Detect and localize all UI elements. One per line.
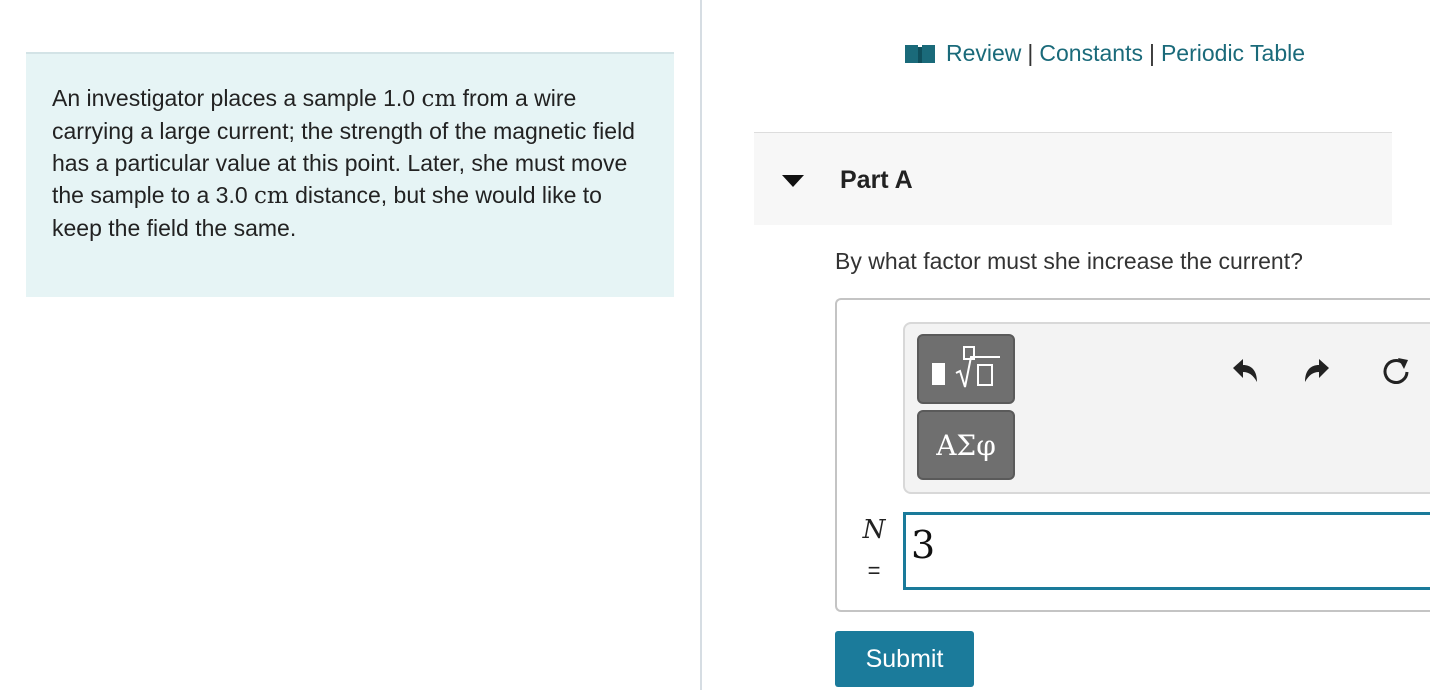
part-a-header[interactable]: Part A — [754, 132, 1392, 225]
separator: | — [1027, 40, 1034, 66]
answer-variable: N — [862, 515, 886, 545]
problem-pane: An investigator places a sample 1.0 cm f… — [0, 0, 700, 690]
constants-link[interactable]: Constants — [1039, 40, 1143, 67]
greek-symbols-button[interactable]: ΑΣφ — [917, 410, 1015, 480]
periodic-table-link[interactable]: Periodic Table — [1161, 40, 1305, 67]
radical-template-icon — [932, 346, 1000, 388]
math-toolbar: ΑΣφ — [903, 322, 1430, 494]
question-pane: Review | Constants | Periodic Table Part… — [702, 0, 1430, 690]
answer-input[interactable]: 3 — [903, 512, 1430, 590]
collapse-caret-icon[interactable] — [782, 175, 804, 187]
part-title: Part A — [840, 166, 913, 194]
unit-cm-2: cm — [254, 183, 289, 209]
undo-icon[interactable] — [1227, 354, 1261, 388]
separator: | — [1148, 40, 1155, 66]
review-link[interactable]: Review — [946, 40, 1021, 67]
answer-equals: = — [867, 558, 881, 583]
problem-text-1: An investigator places a sample 1.0 — [52, 85, 422, 111]
templates-button[interactable] — [917, 334, 1015, 404]
reset-icon[interactable] — [1379, 354, 1413, 388]
question-text: By what factor must she increase the cur… — [835, 248, 1303, 274]
unit-cm-1: cm — [421, 86, 457, 112]
answer-area: ΑΣφ N = 3 — [835, 298, 1430, 612]
book-icon — [905, 44, 935, 63]
redo-icon[interactable] — [1301, 354, 1335, 388]
submit-button[interactable]: Submit — [835, 631, 974, 687]
problem-statement: An investigator places a sample 1.0 cm f… — [26, 52, 674, 297]
resources-links: Review | Constants | Periodic Table — [904, 40, 1305, 67]
